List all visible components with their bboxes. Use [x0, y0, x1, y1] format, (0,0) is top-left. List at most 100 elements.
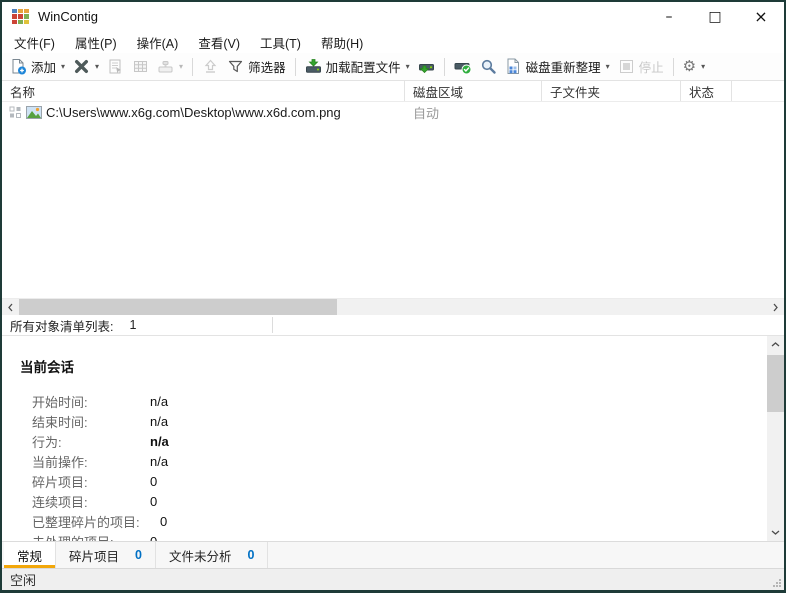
column-header-filler — [732, 81, 784, 101]
field-label: 未处理的项目: — [32, 532, 150, 542]
file-path: C:\Users\www.x6g.com\Desktop\www.x6d.com… — [46, 104, 341, 120]
app-icon — [12, 9, 29, 24]
session-panel: 当前会话 开始时间: n/a 结束时间: n/a 行为: n/a 当前操作: n… — [2, 336, 784, 541]
count-bar-divider — [272, 317, 273, 333]
wincontig-window: WinContig – □ × 文件(F) 属性(P) 操作(A) 查看(V) … — [0, 0, 786, 593]
toolbar-separator — [443, 57, 445, 76]
field-label: 开始时间: — [32, 394, 88, 410]
field-label: 当前操作: — [32, 454, 88, 470]
session-field-row: 已整理碎片的项目: 0 — [2, 511, 767, 531]
drive-load-icon — [305, 59, 321, 73]
file-list-area: 名称 磁盘区域 子文件夹 状态 C:\Users\www.x6g.com\Des… — [2, 81, 784, 298]
object-count-label: 所有对象清单列表: — [10, 319, 114, 334]
column-header-name[interactable]: 名称 — [2, 81, 405, 101]
analyze-button[interactable] — [476, 56, 501, 77]
toolbar: 添加 ▾ ▾ ▾ 筛选器 加载配置文件 ▾ 磁盘重新整理 ▾ 停止 ⚙ ▾ — [2, 53, 784, 81]
list-header: 名称 磁盘区域 子文件夹 状态 — [2, 81, 784, 102]
menu-properties[interactable]: 属性(P) — [65, 31, 127, 53]
stamp-dropdown-caret: ▾ — [179, 62, 184, 71]
object-count-value: 1 — [129, 318, 137, 332]
save-profile-button[interactable] — [414, 56, 439, 77]
defragment-button[interactable]: 磁盘重新整理 ▾ — [501, 55, 614, 78]
filter-button[interactable]: 筛选器 — [223, 55, 290, 78]
field-value: n/a — [150, 413, 169, 429]
defrag-file-icon — [507, 58, 519, 74]
tab-fragmented-items[interactable]: 碎片项目 0 — [56, 542, 156, 568]
column-header-disk-zone[interactable]: 磁盘区域 — [405, 81, 542, 101]
menu-file[interactable]: 文件(F) — [4, 31, 65, 53]
scroll-up-arrow[interactable] — [767, 336, 784, 353]
field-value: n/a — [150, 453, 169, 469]
properties-icon — [109, 59, 122, 74]
session-field-row: 连续项目: 0 — [2, 491, 767, 511]
load-profile-caret[interactable]: ▾ — [406, 62, 410, 71]
check-drive-button[interactable] — [450, 56, 476, 77]
tab-label: 碎片项目 — [69, 549, 120, 564]
funnel-icon — [228, 60, 243, 73]
file-name-cell: C:\Users\www.x6g.com\Desktop\www.x6d.com… — [2, 105, 405, 120]
scroll-down-arrow[interactable] — [767, 524, 784, 541]
add-file-icon — [12, 59, 26, 75]
settings-button[interactable]: ⚙ ▾ — [679, 57, 709, 76]
settings-caret[interactable]: ▾ — [701, 62, 705, 71]
column-header-subfolders[interactable]: 子文件夹 — [542, 81, 681, 101]
maximize-button[interactable]: □ — [692, 2, 738, 31]
image-file-icon — [26, 105, 42, 119]
menu-help[interactable]: 帮助(H) — [311, 31, 373, 53]
fragments-icon — [9, 106, 21, 118]
move-top-arrow-icon — [204, 59, 217, 73]
move-top-button — [198, 56, 223, 77]
session-content: 当前会话 开始时间: n/a 结束时间: n/a 行为: n/a 当前操作: n… — [2, 336, 767, 541]
load-profile-label: 加载配置文件 — [325, 61, 401, 75]
status-bar: 空闲 — [2, 568, 784, 590]
stamp-drive-button: ▾ — [153, 56, 187, 77]
remove-dropdown-caret[interactable]: ▾ — [95, 62, 99, 71]
stop-label: 停止 — [638, 61, 664, 75]
minimize-button[interactable]: – — [646, 2, 692, 31]
drive-save-icon — [418, 64, 434, 74]
field-value: n/a — [150, 433, 169, 449]
session-field-row: 碎片项目: 0 — [2, 471, 767, 491]
add-button-label: 添加 — [31, 61, 57, 75]
session-field-row: 行为: n/a — [2, 431, 767, 451]
scroll-right-arrow[interactable] — [767, 299, 784, 315]
grid-icon — [134, 61, 148, 72]
drive-stamp-icon — [158, 61, 173, 73]
drive-check-icon — [454, 63, 472, 75]
tab-label: 文件未分析 — [168, 549, 232, 564]
resize-grip-icon[interactable] — [772, 578, 782, 588]
table-row[interactable]: C:\Users\www.x6g.com\Desktop\www.x6d.com… — [2, 102, 784, 122]
toolbar-separator — [192, 57, 194, 76]
vertical-scrollbar[interactable] — [767, 336, 784, 541]
vertical-scroll-thumb[interactable] — [767, 355, 784, 412]
properties-button — [103, 56, 128, 77]
window-controls: – □ × — [646, 2, 784, 31]
menu-tools[interactable]: 工具(T) — [250, 31, 311, 53]
object-count-bar: 所有对象清单列表: 1 — [2, 315, 784, 336]
menu-actions[interactable]: 操作(A) — [127, 31, 189, 53]
add-button[interactable]: 添加 ▾ — [6, 55, 69, 78]
tab-general[interactable]: 常规 — [4, 542, 57, 568]
horizontal-scroll-thumb[interactable] — [19, 299, 337, 315]
horizontal-scrollbar[interactable] — [2, 298, 784, 315]
column-header-status[interactable]: 状态 — [681, 81, 732, 101]
grid-view-button — [128, 56, 153, 77]
defragment-caret[interactable]: ▾ — [606, 62, 610, 71]
session-field-row: 当前操作: n/a — [2, 451, 767, 471]
field-label: 碎片项目: — [32, 474, 88, 490]
stop-button: 停止 — [614, 55, 668, 78]
menu-view[interactable]: 查看(V) — [188, 31, 250, 53]
field-value: 0 — [150, 533, 158, 542]
bottom-tab-bar: 常规 碎片项目 0 文件未分析 0 — [2, 541, 784, 568]
scroll-left-arrow[interactable] — [2, 299, 19, 315]
field-label: 连续项目: — [32, 494, 88, 510]
add-dropdown-caret[interactable]: ▾ — [61, 62, 65, 71]
load-profile-button[interactable]: 加载配置文件 ▾ — [301, 55, 414, 78]
remove-button[interactable]: ▾ — [69, 56, 103, 77]
tab-files-not-analyzed[interactable]: 文件未分析 0 — [156, 542, 269, 568]
chevron-up-icon — [771, 342, 780, 347]
session-field-row: 未处理的项目: 0 — [2, 531, 767, 542]
close-button[interactable]: × — [738, 2, 784, 31]
field-value: 0 — [160, 513, 168, 529]
tab-count-badge: 0 — [135, 548, 142, 562]
